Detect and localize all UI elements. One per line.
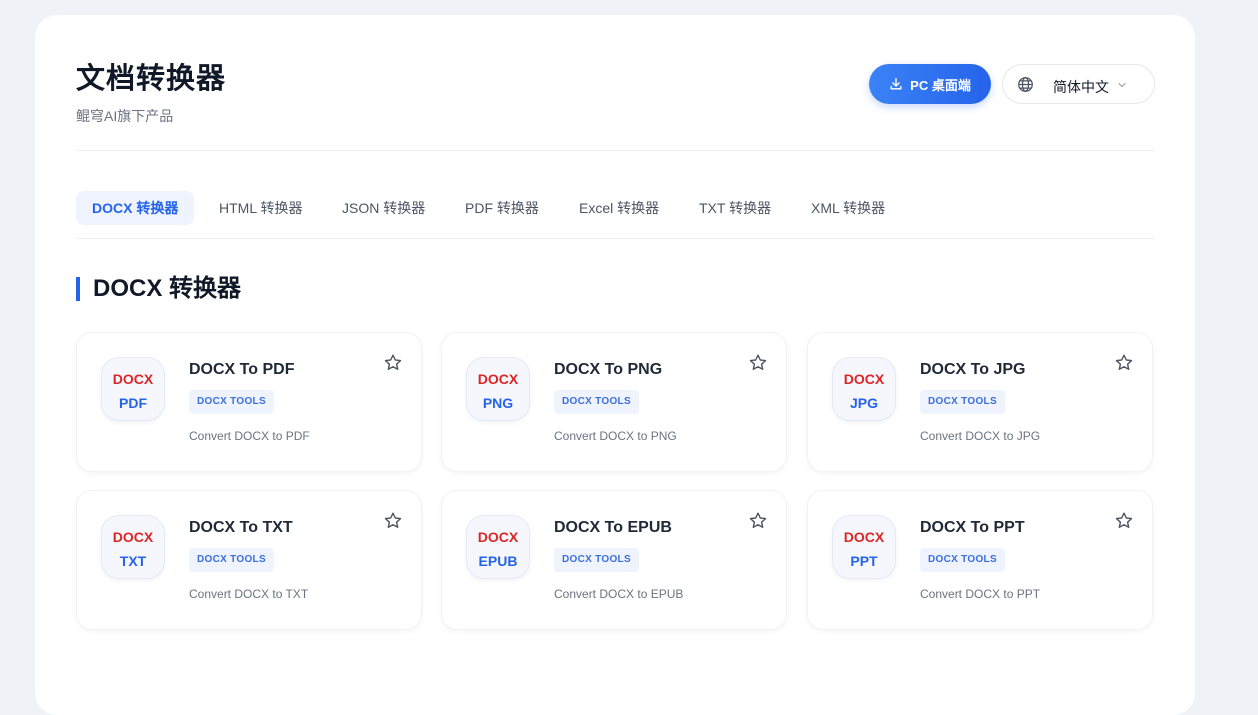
- globe-icon: [1018, 77, 1033, 92]
- page-title: 文档转换器: [76, 63, 227, 95]
- tool-card-docx-to-txt[interactable]: DOCX TXT DOCX To TXT DOCX TOOLS Convert …: [76, 490, 422, 630]
- card-description: Convert DOCX to TXT: [189, 587, 309, 601]
- star-icon[interactable]: [383, 511, 403, 531]
- badge-target-format: TXT: [119, 553, 147, 569]
- badge-target-format: PPT: [850, 553, 878, 569]
- tool-card-docx-to-ppt[interactable]: DOCX PPT DOCX To PPT DOCX TOOLS Convert …: [807, 490, 1153, 630]
- section-title: DOCX 转换器: [76, 277, 241, 301]
- tool-card-docx-to-jpg[interactable]: DOCX JPG DOCX To JPG DOCX TOOLS Convert …: [807, 332, 1153, 472]
- converter-tabs: DOCX 转换器 HTML 转换器 JSON 转换器 PDF 转换器 Excel…: [76, 191, 1155, 239]
- badge-source-format: DOCX: [843, 371, 885, 387]
- pc-desktop-button-label: PC 桌面端: [910, 77, 971, 93]
- badge-target-format: PDF: [119, 395, 147, 411]
- tool-card-docx-to-epub[interactable]: DOCX EPUB DOCX To EPUB DOCX TOOLS Conver…: [441, 490, 787, 630]
- pc-desktop-button[interactable]: PC 桌面端: [869, 64, 991, 104]
- format-badge: DOCX PDF: [101, 357, 165, 421]
- tab-json[interactable]: JSON 转换器: [326, 191, 441, 225]
- tab-pdf[interactable]: PDF 转换器: [449, 191, 555, 225]
- tab-xml[interactable]: XML 转换器: [795, 191, 901, 225]
- tool-card-docx-to-png[interactable]: DOCX PNG DOCX To PNG DOCX TOOLS Convert …: [441, 332, 787, 472]
- card-tag: DOCX TOOLS: [920, 390, 1005, 414]
- card-title: DOCX To JPG: [920, 361, 1026, 378]
- card-title: DOCX To EPUB: [554, 519, 672, 536]
- format-badge: DOCX PPT: [832, 515, 896, 579]
- card-description: Convert DOCX to PNG: [554, 429, 677, 443]
- card-title: DOCX To PPT: [920, 519, 1025, 536]
- download-icon: [890, 78, 902, 90]
- language-selector[interactable]: 简体中文: [1002, 64, 1155, 104]
- card-title: DOCX To PNG: [554, 361, 663, 378]
- tab-docx[interactable]: DOCX 转换器: [76, 191, 195, 225]
- star-icon[interactable]: [383, 353, 403, 373]
- page-subtitle: 鲲穹AI旗下产品: [76, 108, 174, 124]
- star-icon[interactable]: [1114, 511, 1134, 531]
- format-badge: DOCX TXT: [101, 515, 165, 579]
- card-description: Convert DOCX to JPG: [920, 429, 1041, 443]
- card-tag: DOCX TOOLS: [554, 548, 639, 572]
- tab-excel[interactable]: Excel 转换器: [563, 191, 675, 225]
- star-icon[interactable]: [1114, 353, 1134, 373]
- main-panel: 文档转换器 鲲穹AI旗下产品 PC 桌面端 简体中文 DOCX 转换器 HTML…: [35, 15, 1195, 715]
- badge-target-format: PNG: [482, 395, 514, 411]
- language-label: 简体中文: [1053, 79, 1109, 95]
- card-tag: DOCX TOOLS: [554, 390, 639, 414]
- badge-source-format: DOCX: [477, 371, 519, 387]
- card-title: DOCX To TXT: [189, 519, 293, 536]
- card-tag: DOCX TOOLS: [189, 390, 274, 414]
- badge-source-format: DOCX: [843, 529, 885, 545]
- card-tag: DOCX TOOLS: [189, 548, 274, 572]
- card-description: Convert DOCX to PPT: [920, 587, 1041, 601]
- tab-html[interactable]: HTML 转换器: [203, 191, 318, 225]
- card-description: Convert DOCX to PDF: [189, 429, 310, 443]
- page-header: 文档转换器 鲲穹AI旗下产品 PC 桌面端 简体中文: [76, 15, 1155, 151]
- format-badge: DOCX PNG: [466, 357, 530, 421]
- chevron-down-icon: [1118, 82, 1126, 88]
- badge-target-format: JPG: [849, 395, 878, 411]
- badge-target-format: EPUB: [478, 553, 518, 569]
- tool-card-docx-to-pdf[interactable]: DOCX PDF DOCX To PDF DOCX TOOLS Convert …: [76, 332, 422, 472]
- star-icon[interactable]: [748, 511, 768, 531]
- card-title: DOCX To PDF: [189, 361, 295, 378]
- card-description: Convert DOCX to EPUB: [554, 587, 684, 601]
- badge-source-format: DOCX: [112, 529, 154, 545]
- badge-source-format: DOCX: [477, 529, 519, 545]
- star-icon[interactable]: [748, 353, 768, 373]
- format-badge: DOCX JPG: [832, 357, 896, 421]
- badge-source-format: DOCX: [112, 371, 154, 387]
- format-badge: DOCX EPUB: [466, 515, 530, 579]
- tab-txt[interactable]: TXT 转换器: [683, 191, 787, 225]
- card-tag: DOCX TOOLS: [920, 548, 1005, 572]
